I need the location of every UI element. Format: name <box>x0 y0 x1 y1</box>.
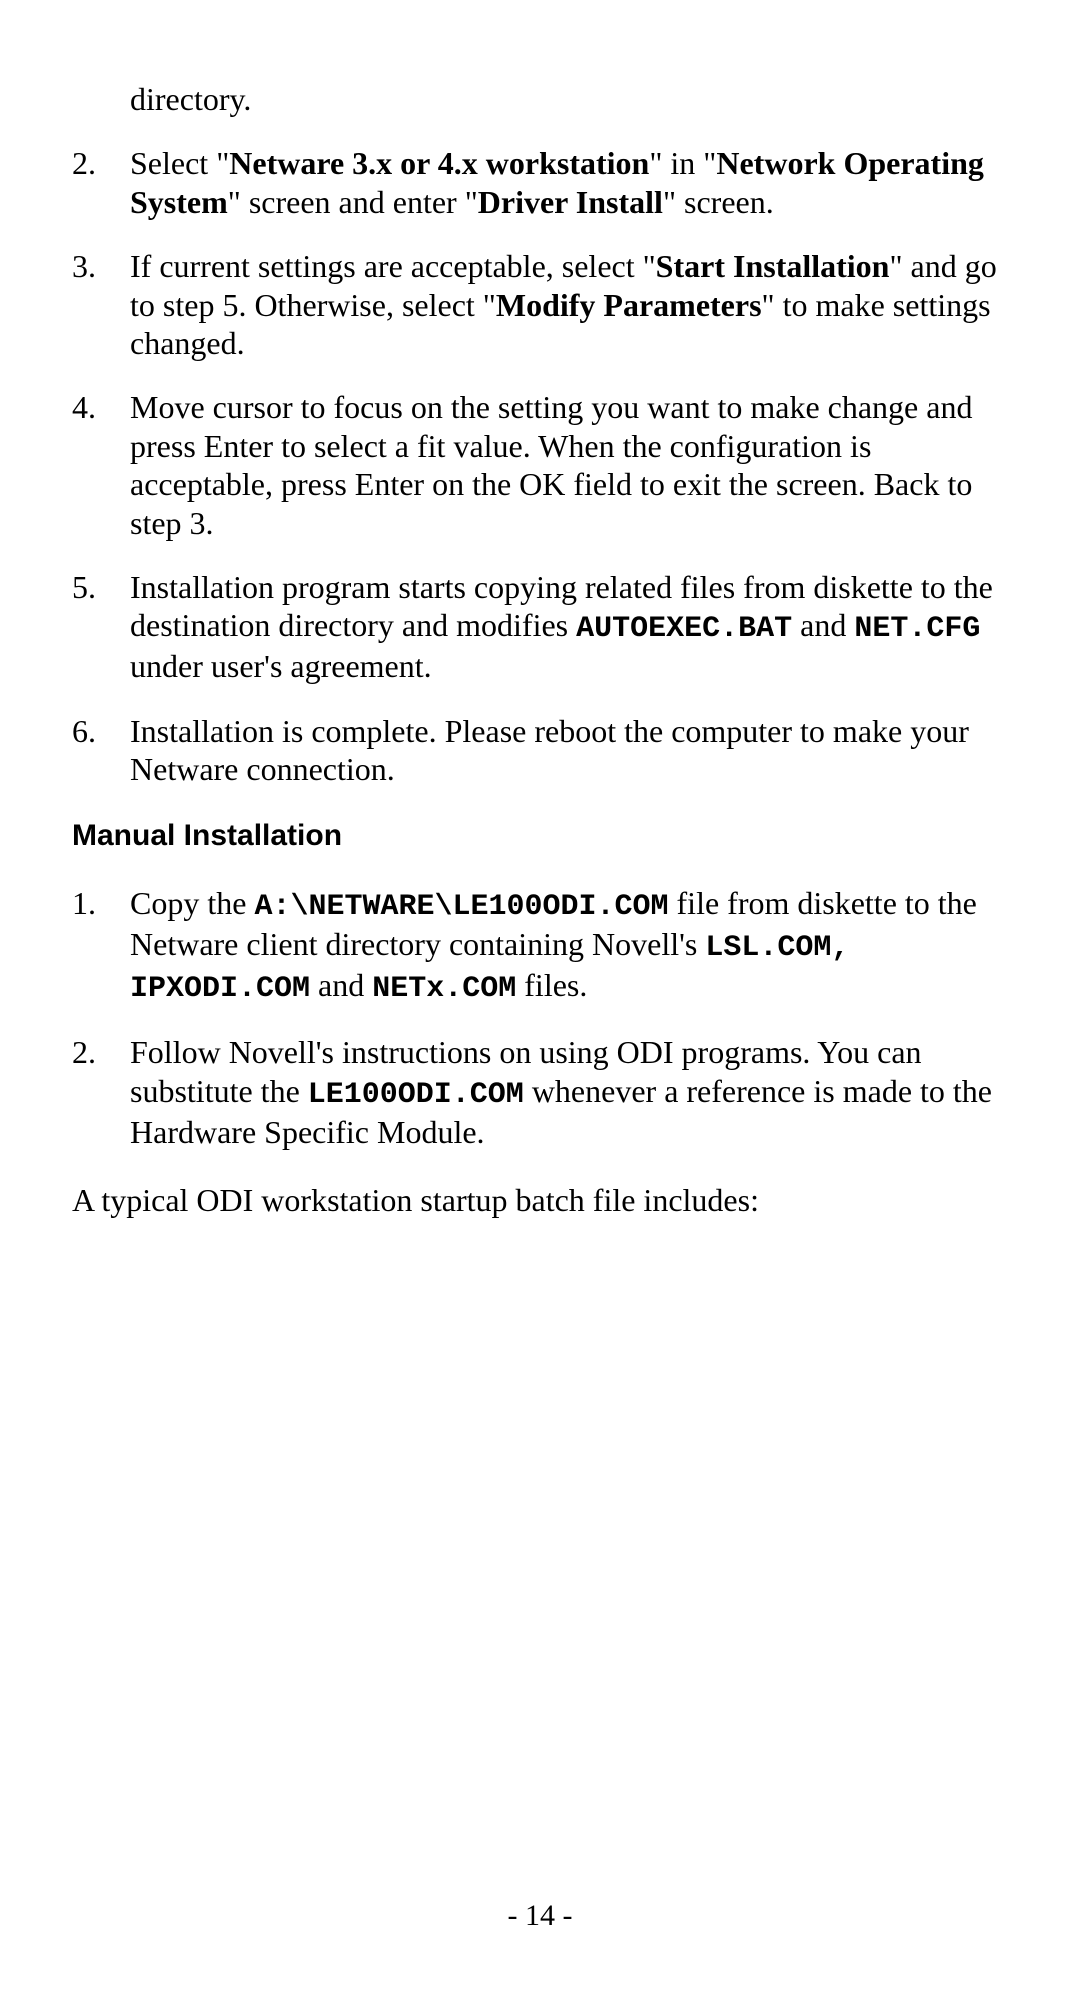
text-segment: Copy the <box>130 885 254 921</box>
step-4: 4. Move cursor to focus on the setting y… <box>72 388 1008 542</box>
text-segment: and <box>792 607 854 643</box>
text-segment: If current settings are acceptable, sele… <box>130 248 656 284</box>
step-number: 4. <box>72 388 130 426</box>
step-text: If current settings are acceptable, sele… <box>130 247 1008 362</box>
step-text: Installation program starts copying rela… <box>130 568 1008 686</box>
step-text: Installation is complete. Please reboot … <box>130 712 1008 789</box>
closing-paragraph: A typical ODI workstation startup batch … <box>72 1181 1008 1219</box>
continuation-text: directory. <box>130 80 1008 118</box>
text-segment: " screen. <box>663 184 774 220</box>
manual-step-2: 2. Follow Novell's instructions on using… <box>72 1033 1008 1151</box>
page-number: - 14 - <box>0 1898 1080 1934</box>
step-5: 5. Installation program starts copying r… <box>72 568 1008 686</box>
code-term: NETx.COM <box>372 972 516 1006</box>
section-heading: Manual Installation <box>72 818 1008 854</box>
step-6: 6. Installation is complete. Please rebo… <box>72 712 1008 789</box>
bold-term: Modify Parameters <box>496 287 762 323</box>
code-term: NET.CFG <box>854 612 980 646</box>
code-term: AUTOEXEC.BAT <box>576 612 792 646</box>
step-number: 5. <box>72 568 130 606</box>
text-segment: " screen and enter " <box>228 184 478 220</box>
bold-term: Start Installation <box>656 248 890 284</box>
step-number: 1. <box>72 884 130 922</box>
text-segment: files. <box>516 967 587 1003</box>
step-text: Select "Netware 3.x or 4.x workstation" … <box>130 144 1008 221</box>
step-number: 3. <box>72 247 130 285</box>
step-number: 2. <box>72 1033 130 1071</box>
step-number: 6. <box>72 712 130 750</box>
manual-step-1: 1. Copy the A:\NETWARE\LE100ODI.COM file… <box>72 884 1008 1007</box>
step-text: Follow Novell's instructions on using OD… <box>130 1033 1008 1151</box>
bold-term: Driver Install <box>478 184 663 220</box>
code-term: LE100ODI.COM <box>308 1078 524 1112</box>
text-segment: and <box>310 967 372 1003</box>
step-2: 2. Select "Netware 3.x or 4.x workstatio… <box>72 144 1008 221</box>
step-number: 2. <box>72 144 130 182</box>
bold-term: Netware 3.x or 4.x workstation <box>229 145 649 181</box>
code-term: A:\NETWARE\LE100ODI.COM <box>254 890 668 924</box>
step-text: Copy the A:\NETWARE\LE100ODI.COM file fr… <box>130 884 1008 1007</box>
text-segment: under user's agreement. <box>130 648 432 684</box>
step-text: Move cursor to focus on the setting you … <box>130 388 1008 542</box>
text-segment: Select " <box>130 145 229 181</box>
step-3: 3. If current settings are acceptable, s… <box>72 247 1008 362</box>
text-segment: " in " <box>649 145 716 181</box>
